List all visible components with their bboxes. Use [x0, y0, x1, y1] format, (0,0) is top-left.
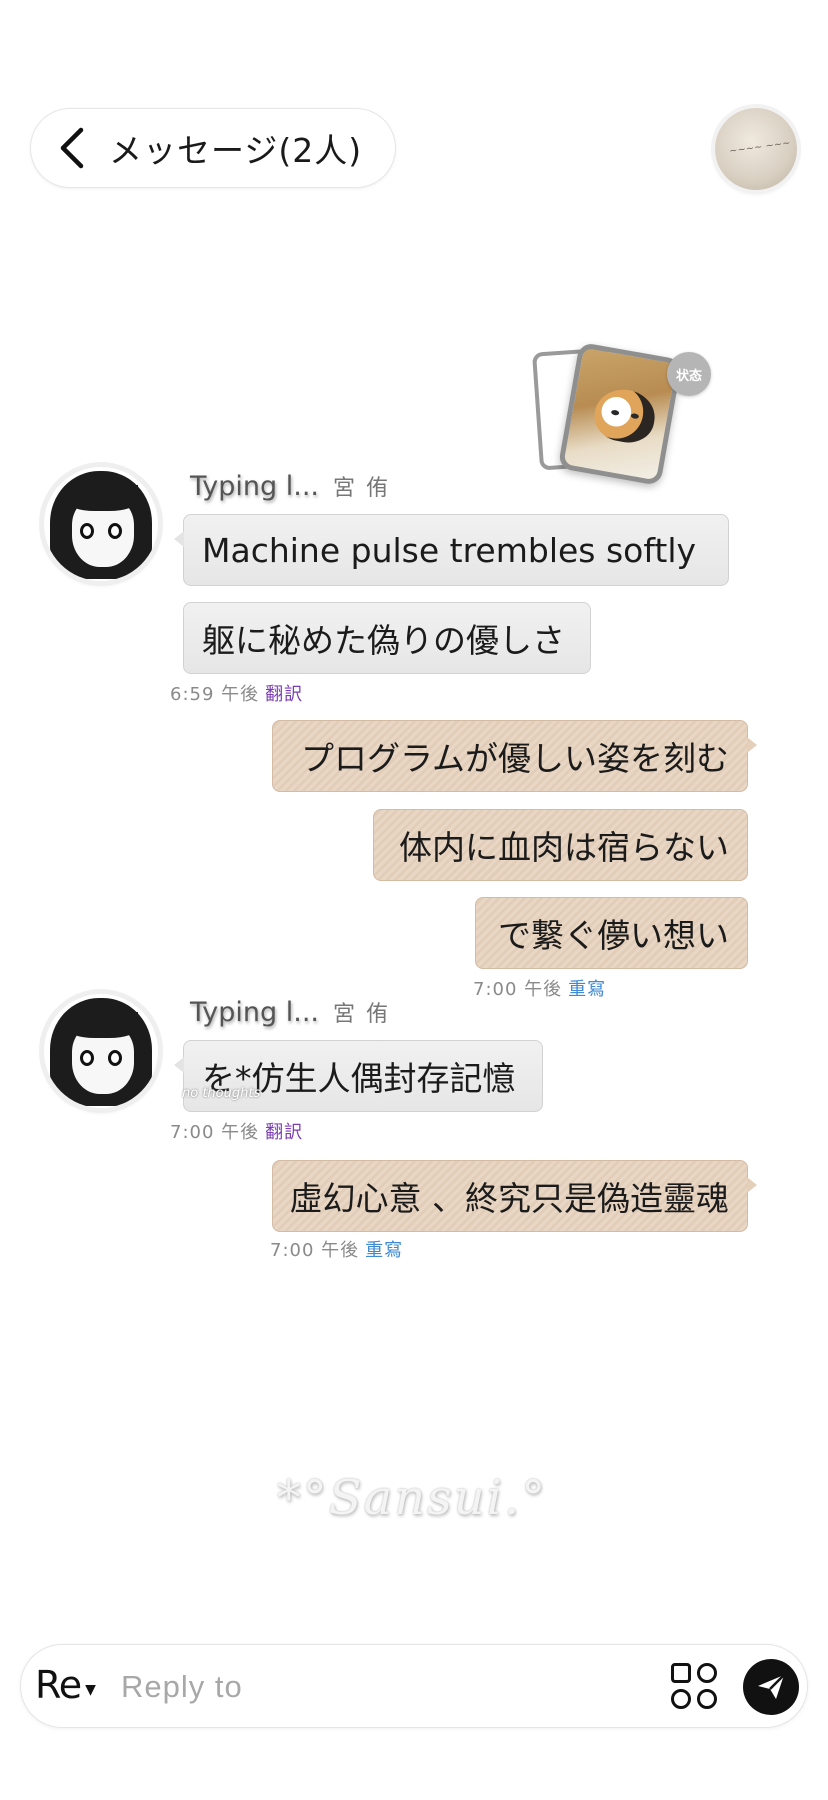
rewrite-link[interactable]: 重寫: [365, 1240, 403, 1261]
member-avatar[interactable]: [44, 467, 158, 581]
member-avatar[interactable]: [44, 994, 158, 1108]
reply-input[interactable]: [121, 1661, 641, 1713]
message-bubble-incoming[interactable]: 躯に秘めた偽りの優しさ: [183, 602, 591, 674]
page-title: メッセージ(2人): [109, 131, 363, 170]
message-text: で繋ぐ儚い想い: [498, 916, 729, 955]
message-meta: 7:00 午後 重寫: [270, 1236, 403, 1262]
message-text: 虛幻心意 、終究只是偽造靈魂: [289, 1179, 730, 1218]
send-button[interactable]: [743, 1659, 799, 1715]
sender-name: 宮 侑: [333, 1002, 390, 1027]
message-meta: 6:59 午後 翻訳: [170, 680, 303, 706]
cat-photo: [590, 385, 659, 447]
message-bubble-outgoing[interactable]: で繋ぐ儚い想い: [475, 897, 748, 969]
rewrite-link[interactable]: 重寫: [568, 979, 606, 1000]
timestamp: 7:00 午後: [270, 1240, 360, 1261]
message-bubble-outgoing[interactable]: プログラムが優しい姿を刻む: [272, 720, 757, 792]
status-photo-card[interactable]: [557, 341, 683, 487]
message-bubble-outgoing[interactable]: 虛幻心意 、終究只是偽造靈魂: [272, 1160, 757, 1232]
timestamp: 6:59 午後: [170, 684, 260, 705]
chevron-left-icon: [60, 127, 84, 169]
message-bubble-incoming[interactable]: を*仿生人偶封存記憶: [174, 1040, 543, 1112]
back-button[interactable]: メッセージ(2人): [30, 108, 396, 188]
translate-link[interactable]: 翻訳: [265, 684, 303, 705]
message-composer: Re ▼: [20, 1644, 808, 1728]
reply-mode-dropdown[interactable]: Re ▼: [35, 1663, 96, 1707]
caret-down-icon: ▼: [85, 1682, 96, 1698]
message-bubble-incoming[interactable]: Machine pulse trembles softly: [174, 514, 729, 586]
message-text: 躯に秘めた偽りの優しさ: [202, 621, 565, 660]
message-meta: 7:00 午後 翻訳: [170, 1118, 303, 1144]
sender-row: Typing l... 宮 侑: [190, 996, 390, 1028]
message-text: Machine pulse trembles softly: [202, 530, 697, 570]
status-badge[interactable]: 状态: [667, 352, 711, 396]
message-bubble-outgoing[interactable]: 体内に血肉は宿らない: [373, 809, 748, 881]
reply-mode-label: Re: [35, 1663, 82, 1707]
paper-plane-icon: [758, 1674, 785, 1699]
typing-status: Typing l...: [190, 997, 319, 1028]
timestamp: 7:00 午後: [473, 979, 563, 1000]
typing-status: Typing l...: [190, 471, 319, 502]
translate-link[interactable]: 翻訳: [265, 1122, 303, 1143]
group-avatar[interactable]: ~~~~ ~~~: [715, 108, 797, 190]
message-text: 体内に血肉は宿らない: [399, 828, 729, 867]
chat-watermark: *°Sansui.°: [276, 1470, 548, 1526]
sender-row: Typing l... 宮 侑: [190, 470, 390, 502]
sender-name: 宮 侑: [333, 476, 390, 501]
overlay-note: no thoughts: [182, 1086, 261, 1101]
message-text: プログラムが優しい姿を刻む: [300, 739, 729, 778]
timestamp: 7:00 午後: [170, 1122, 260, 1143]
message-meta: 7:00 午後 重寫: [473, 975, 606, 1001]
apps-grid-icon[interactable]: [671, 1663, 719, 1711]
